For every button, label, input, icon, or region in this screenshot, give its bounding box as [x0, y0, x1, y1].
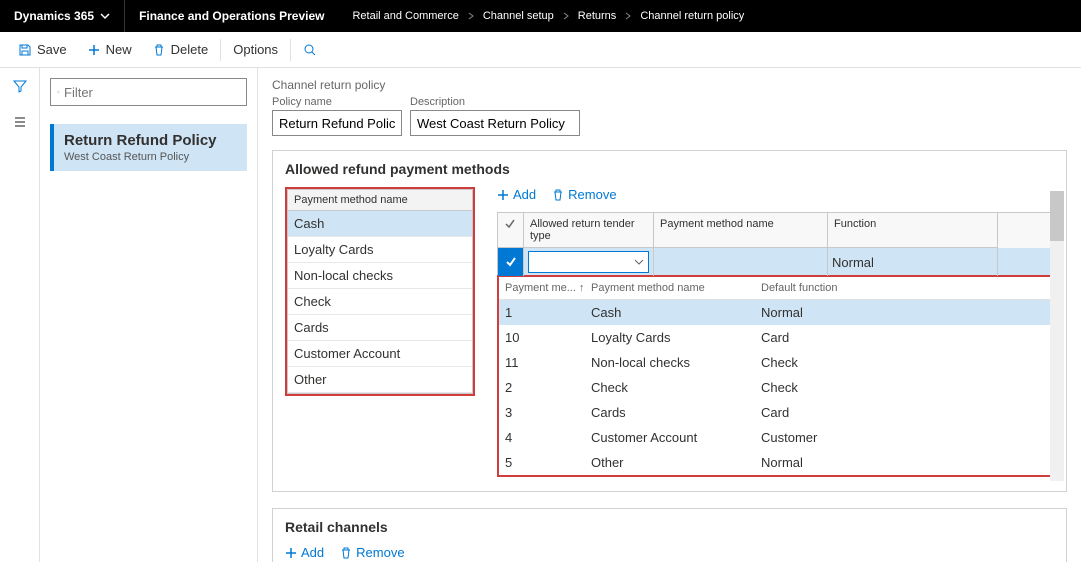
- remove-label: Remove: [356, 545, 404, 560]
- filter-input-wrapper[interactable]: [50, 78, 247, 106]
- chevron-right-icon: [624, 12, 632, 20]
- environment-label: Finance and Operations Preview: [124, 0, 338, 32]
- lookup-col-header[interactable]: Payment method name: [591, 282, 761, 294]
- options-button[interactable]: Options: [223, 32, 288, 67]
- funnel-icon[interactable]: [12, 78, 28, 94]
- row-checkbox[interactable]: [498, 248, 524, 276]
- lookup-row[interactable]: 3CardsCard: [499, 400, 1052, 425]
- col-header[interactable]: Allowed return tender type: [524, 213, 654, 248]
- lookup-col-header[interactable]: Default function: [761, 282, 881, 294]
- lookup-row[interactable]: 2CheckCheck: [499, 375, 1052, 400]
- policy-name-label: Policy name: [272, 96, 402, 108]
- pm-row[interactable]: Non-local checks: [288, 263, 472, 289]
- list-item-subtitle: West Coast Return Policy: [64, 151, 237, 163]
- add-button[interactable]: Add: [497, 187, 536, 202]
- pm-row[interactable]: Customer Account: [288, 341, 472, 367]
- section-title: Retail channels: [285, 519, 1054, 535]
- lookup-dropdown-grid: Payment me... ↑ Payment method name Defa…: [497, 275, 1054, 477]
- save-icon: [18, 43, 32, 57]
- save-label: Save: [37, 42, 67, 57]
- scrollbar[interactable]: [1050, 191, 1064, 481]
- lookup-row[interactable]: 1CashNormal: [499, 300, 1052, 325]
- lookup-row[interactable]: 4Customer AccountCustomer: [499, 425, 1052, 450]
- trash-icon: [552, 189, 564, 201]
- action-toolbar: Save New Delete Options: [0, 32, 1081, 68]
- top-bar: Dynamics 365 Finance and Operations Prev…: [0, 0, 1081, 32]
- chevron-down-icon: [100, 11, 110, 21]
- breadcrumb-item[interactable]: Returns: [578, 10, 617, 22]
- filter-input[interactable]: [64, 85, 240, 100]
- add-label: Add: [301, 545, 324, 560]
- separator: [220, 39, 221, 61]
- remove-button[interactable]: Remove: [340, 545, 404, 560]
- breadcrumb-item[interactable]: Channel setup: [483, 10, 554, 22]
- lookup-col-header[interactable]: Payment me... ↑: [505, 282, 591, 294]
- section-title: Allowed refund payment methods: [285, 161, 1054, 177]
- pm-row[interactable]: Cash: [288, 211, 472, 237]
- save-button[interactable]: Save: [8, 32, 77, 67]
- cell-payment-method: [654, 248, 828, 276]
- pm-row[interactable]: Other: [288, 367, 472, 393]
- pm-header[interactable]: Payment method name: [288, 190, 472, 211]
- add-label: Add: [513, 187, 536, 202]
- list-icon[interactable]: [12, 114, 28, 130]
- delete-button[interactable]: Delete: [142, 32, 219, 67]
- plus-icon: [497, 189, 509, 201]
- description-label: Description: [410, 96, 580, 108]
- page-caption: Channel return policy: [272, 78, 1067, 92]
- main-content: Channel return policy Policy name Descri…: [258, 68, 1081, 562]
- description-input[interactable]: [410, 110, 580, 136]
- policy-name-input[interactable]: [272, 110, 402, 136]
- delete-label: Delete: [171, 42, 209, 57]
- separator: [290, 39, 291, 61]
- left-rail: [0, 68, 40, 562]
- remove-button[interactable]: Remove: [552, 187, 616, 202]
- product-switcher[interactable]: Dynamics 365: [0, 0, 124, 32]
- trash-icon: [340, 547, 352, 559]
- breadcrumb-item[interactable]: Channel return policy: [640, 10, 744, 22]
- plus-icon: [87, 43, 101, 57]
- lookup-row[interactable]: 5OtherNormal: [499, 450, 1052, 475]
- breadcrumb-item[interactable]: Retail and Commerce: [352, 10, 458, 22]
- search-button[interactable]: [293, 32, 327, 67]
- pm-row[interactable]: Cards: [288, 315, 472, 341]
- col-header[interactable]: Function: [828, 213, 998, 248]
- return-tender-grid: Allowed return tender type Payment metho…: [497, 212, 1054, 277]
- search-icon: [57, 86, 60, 98]
- chevron-right-icon: [467, 12, 475, 20]
- list-item-selected[interactable]: Return Refund Policy West Coast Return P…: [50, 124, 247, 171]
- new-button[interactable]: New: [77, 32, 142, 67]
- chevron-right-icon: [562, 12, 570, 20]
- pm-row[interactable]: Loyalty Cards: [288, 237, 472, 263]
- section-allowed-refund: Allowed refund payment methods Payment m…: [272, 150, 1067, 492]
- plus-icon: [285, 547, 297, 559]
- search-icon: [303, 43, 317, 57]
- chevron-down-icon: [634, 257, 644, 267]
- sort-asc-icon: ↑: [579, 282, 585, 294]
- checkbox-header[interactable]: [498, 213, 524, 248]
- add-button[interactable]: Add: [285, 545, 324, 560]
- cell-function: Normal: [828, 248, 998, 276]
- list-pane: Return Refund Policy West Coast Return P…: [40, 68, 258, 562]
- remove-label: Remove: [568, 187, 616, 202]
- section-retail-channels: Retail channels Add Remove Name Operatin…: [272, 508, 1067, 562]
- grid-row[interactable]: Normal: [498, 248, 1053, 276]
- breadcrumb: Retail and Commerce Channel setup Return…: [338, 10, 744, 22]
- lookup-row[interactable]: 11Non-local checksCheck: [499, 350, 1052, 375]
- pm-row[interactable]: Check: [288, 289, 472, 315]
- col-header[interactable]: Payment method name: [654, 213, 828, 248]
- options-label: Options: [233, 42, 278, 57]
- list-item-title: Return Refund Policy: [64, 132, 237, 149]
- product-name: Dynamics 365: [14, 9, 94, 23]
- tender-type-dropdown[interactable]: [528, 251, 649, 273]
- new-label: New: [106, 42, 132, 57]
- payment-method-list: Payment method name Cash Loyalty Cards N…: [285, 187, 475, 396]
- lookup-row[interactable]: 10Loyalty CardsCard: [499, 325, 1052, 350]
- trash-icon: [152, 43, 166, 57]
